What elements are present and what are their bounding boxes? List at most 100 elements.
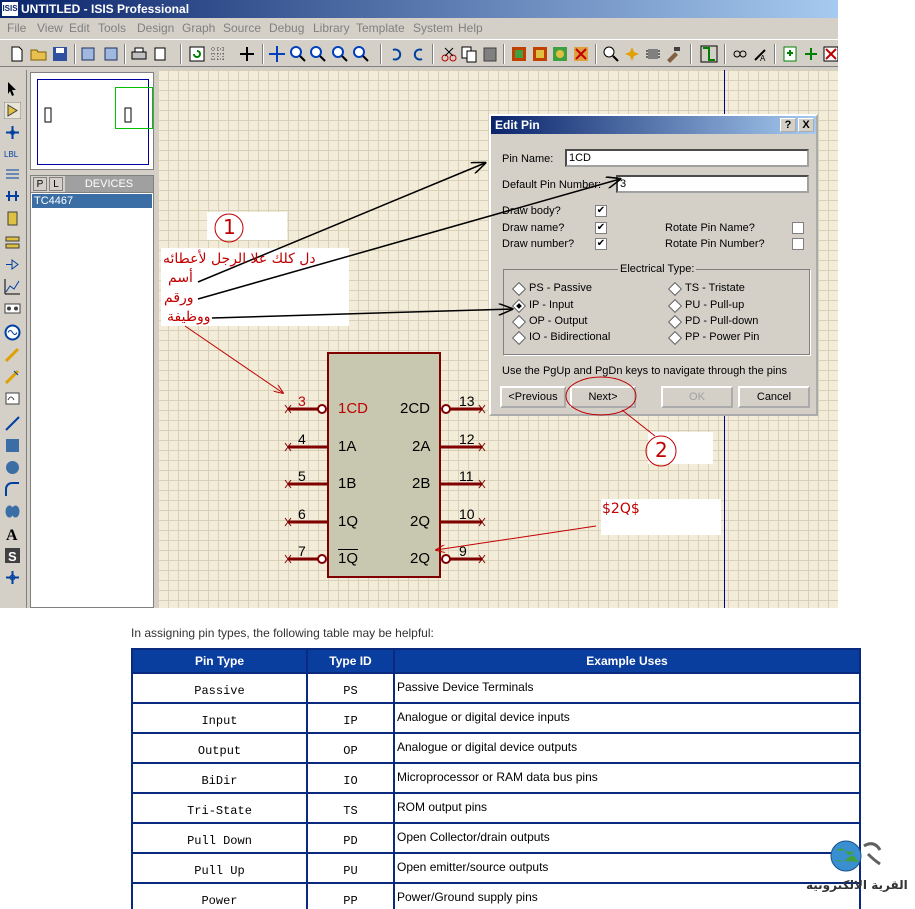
decompose-icon[interactable] [664, 45, 682, 63]
logo-text: القرية الالكترونية [806, 878, 908, 892]
add-sheet-icon[interactable] [802, 45, 820, 63]
menu-library[interactable]: Library [313, 21, 350, 35]
wire-label-icon[interactable]: LBL [4, 145, 21, 162]
type-id-cell: OP [306, 732, 395, 764]
line-tool-icon[interactable] [4, 415, 21, 432]
block-copy-icon[interactable] [510, 45, 528, 63]
pick-devices-button[interactable]: P [33, 177, 47, 191]
next-button[interactable]: Next> [570, 386, 636, 408]
overview-window[interactable] [30, 72, 154, 170]
menu-help[interactable]: Help [458, 21, 483, 35]
circle-tool-icon[interactable] [4, 459, 21, 476]
zoom-all-icon[interactable] [331, 45, 349, 63]
virtual-instruments-icon[interactable] [4, 390, 21, 407]
generator-icon[interactable] [4, 324, 21, 341]
menu-system[interactable]: System [413, 21, 453, 35]
tape-recorder-icon[interactable] [4, 300, 21, 317]
menu-view[interactable]: View [37, 21, 63, 35]
pin-number: 7 [298, 543, 306, 559]
print-icon[interactable] [130, 45, 148, 63]
block-move-icon[interactable] [531, 45, 549, 63]
marker-tool-icon[interactable] [4, 569, 21, 586]
graph-mode-icon[interactable] [4, 278, 21, 295]
paste-icon[interactable] [481, 45, 499, 63]
zoom-area-icon[interactable] [352, 45, 370, 63]
make-device-icon[interactable] [623, 45, 641, 63]
zoom-in-icon[interactable] [289, 45, 307, 63]
package-tool-icon[interactable] [644, 45, 662, 63]
copy-icon[interactable] [460, 45, 478, 63]
symbol-tool-icon[interactable]: S [4, 547, 21, 564]
voltage-probe-icon[interactable] [4, 346, 21, 363]
subcircuit-icon[interactable] [4, 210, 21, 227]
buses-icon[interactable] [4, 188, 21, 205]
wire-autorouter-icon[interactable] [700, 45, 718, 63]
open-folder-icon[interactable] [30, 45, 48, 63]
label-2q-annotation: $2Q$ [602, 501, 640, 517]
block-rotate-icon[interactable] [551, 45, 569, 63]
block-delete-icon[interactable] [572, 45, 590, 63]
mode-toolbar: LBL A S [0, 70, 27, 608]
path-tool-icon[interactable] [4, 503, 21, 520]
export-icon[interactable] [101, 45, 119, 63]
box-tool-icon[interactable] [4, 437, 21, 454]
menu-template[interactable]: Template [356, 21, 405, 35]
search-icon[interactable] [731, 45, 749, 63]
rotate-name-checkbox[interactable] [792, 222, 804, 234]
menu-debug[interactable]: Debug [269, 21, 304, 35]
previous-button[interactable]: <Previous [500, 386, 566, 408]
view-selection-rect[interactable] [115, 87, 153, 129]
redo-icon[interactable] [409, 45, 427, 63]
menu-file[interactable]: File [7, 21, 26, 35]
draw-body-checkbox[interactable]: ✔ [595, 205, 607, 217]
property-tool-icon[interactable]: A [752, 45, 770, 63]
menu-edit[interactable]: Edit [69, 21, 90, 35]
help-button[interactable]: ? [780, 118, 796, 132]
close-button[interactable]: X [798, 118, 814, 132]
menu-graph[interactable]: Graph [182, 21, 215, 35]
menu-tools[interactable]: Tools [98, 21, 126, 35]
current-probe-icon[interactable] [4, 368, 21, 385]
library-manager-button[interactable]: L [49, 177, 63, 191]
pin-label: 2Q [410, 513, 431, 530]
import-icon[interactable] [80, 45, 98, 63]
zoom-out-icon[interactable] [309, 45, 327, 63]
ok-button[interactable]: OK [661, 386, 733, 408]
pan-icon[interactable] [268, 45, 286, 63]
pin-number-field[interactable]: 3 [616, 175, 809, 193]
menu-source[interactable]: Source [223, 21, 261, 35]
cancel-button[interactable]: Cancel [738, 386, 810, 408]
origin-icon[interactable] [238, 45, 256, 63]
component-mode-icon[interactable] [4, 102, 21, 119]
new-file-icon[interactable] [8, 45, 26, 63]
pin-name-field[interactable]: 1CD [565, 149, 809, 167]
menu-design[interactable]: Design [137, 21, 174, 35]
arc-tool-icon[interactable] [4, 481, 21, 498]
rotate-number-checkbox[interactable] [792, 238, 804, 250]
save-icon[interactable] [51, 45, 69, 63]
table-header-row: Pin Type Type ID Example Uses [131, 648, 861, 674]
draw-number-checkbox[interactable]: ✔ [595, 238, 607, 250]
junction-dot-icon[interactable] [4, 124, 21, 141]
terminals-icon[interactable] [4, 234, 21, 251]
pin-number: 13 [459, 393, 475, 409]
cut-icon[interactable] [440, 45, 458, 63]
main-toolbar: A [0, 39, 838, 67]
remove-sheet-icon[interactable] [822, 45, 838, 63]
table-row: Tri-State TS ROM output pins [131, 792, 861, 824]
selection-mode-icon[interactable] [4, 80, 21, 97]
refresh-icon[interactable] [188, 45, 206, 63]
device-list-item[interactable]: TC4467 [32, 194, 152, 208]
undo-icon[interactable] [388, 45, 406, 63]
print-area-icon[interactable] [151, 45, 169, 63]
type-pu-label: PU - Pull-up [685, 299, 745, 311]
pick-device-icon[interactable] [602, 45, 620, 63]
ic-body[interactable] [327, 352, 441, 578]
text-tool-icon[interactable]: A [4, 525, 21, 542]
device-pins-icon[interactable] [4, 256, 21, 273]
draw-body-label: Draw body? [502, 205, 561, 217]
text-script-icon[interactable] [4, 166, 21, 183]
new-sheet-icon[interactable] [781, 45, 799, 63]
draw-name-checkbox[interactable]: ✔ [595, 222, 607, 234]
grid-icon[interactable] [209, 45, 227, 63]
